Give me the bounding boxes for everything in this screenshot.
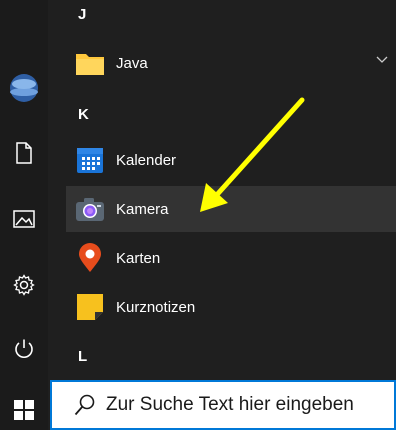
app-label-kamera: Kamera: [116, 200, 169, 218]
map-pin-icon: [74, 242, 106, 274]
app-item-kalender[interactable]: Kalender: [66, 137, 396, 183]
pictures-button[interactable]: [0, 204, 48, 234]
section-header-j[interactable]: J: [78, 6, 86, 23]
section-header-l[interactable]: L: [78, 348, 87, 365]
section-header-k[interactable]: K: [78, 106, 89, 123]
documents-button[interactable]: [0, 138, 48, 168]
app-label-kurznotizen: Kurznotizen: [116, 298, 196, 316]
power-icon: [15, 339, 33, 358]
search-icon: [74, 394, 95, 416]
user-avatar[interactable]: [0, 70, 48, 106]
app-list: J Java K Kalender Kamera Karten Kurznoti…: [60, 0, 396, 380]
windows-start-icon: [14, 400, 34, 420]
sticky-note-icon: [74, 291, 106, 323]
calendar-icon: [74, 144, 106, 176]
app-label-kalender: Kalender: [116, 151, 177, 169]
avatar-icon: [10, 74, 38, 102]
start-button[interactable]: [0, 395, 48, 425]
start-menu-rail: [0, 0, 48, 430]
settings-button[interactable]: [0, 270, 48, 300]
power-button[interactable]: [0, 334, 48, 364]
chevron-down-icon[interactable]: [376, 56, 388, 64]
app-label-karten: Karten: [116, 249, 161, 267]
taskbar-search-box[interactable]: Zur Suche Text hier eingeben: [50, 380, 396, 430]
app-item-kamera[interactable]: Kamera: [66, 186, 396, 232]
app-item-karten[interactable]: Karten: [66, 235, 396, 281]
app-label-java: Java: [116, 54, 148, 72]
camera-icon: [74, 193, 106, 225]
gear-icon: [13, 274, 35, 296]
folder-icon: [74, 47, 106, 79]
pictures-icon: [13, 210, 35, 228]
search-placeholder[interactable]: Zur Suche Text hier eingeben: [106, 394, 354, 416]
document-icon: [16, 142, 32, 164]
app-item-kurznotizen[interactable]: Kurznotizen: [66, 284, 396, 330]
app-item-java[interactable]: Java: [66, 40, 396, 86]
